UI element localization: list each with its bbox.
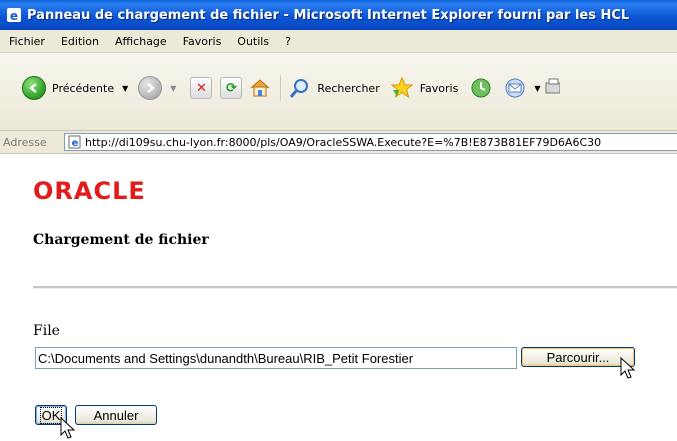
stop-button[interactable]: ✕: [190, 77, 213, 99]
favorites-star-icon[interactable]: [390, 76, 414, 100]
menu-favoris[interactable]: Favoris: [175, 35, 230, 48]
svg-text:e: e: [72, 138, 79, 149]
search-label[interactable]: Rechercher: [317, 82, 379, 95]
divider: [33, 286, 677, 289]
address-label: Adresse: [3, 135, 47, 149]
back-dropdown-icon[interactable]: ▼: [122, 84, 128, 93]
favorites-label[interactable]: Favoris: [420, 82, 459, 95]
forward-arrow-icon: [147, 83, 156, 93]
file-label: File: [33, 323, 60, 339]
window-title: Panneau de chargement de fichier - Micro…: [27, 7, 630, 23]
address-url: http://di109su.chu-lyon.fr:8000/pls/OA9/…: [85, 135, 602, 149]
svg-text:e: e: [10, 9, 18, 23]
menu-outils[interactable]: Outils: [229, 35, 277, 48]
internet-explorer-icon: e: [7, 8, 21, 23]
file-path-input[interactable]: C:\Documents and Settings\dunandth\Burea…: [35, 347, 517, 369]
mail-dropdown-icon[interactable]: ▼: [534, 84, 540, 93]
back-button[interactable]: [22, 76, 46, 100]
mail-icon[interactable]: [504, 77, 526, 99]
file-path-value: C:\Documents and Settings\dunandth\Burea…: [38, 350, 414, 366]
menu-help[interactable]: ?: [277, 35, 299, 48]
forward-dropdown-icon[interactable]: ▼: [170, 84, 176, 93]
window-titlebar[interactable]: e Panneau de chargement de fichier - Mic…: [0, 0, 677, 30]
mouse-cursor-icon: [60, 417, 76, 439]
toolbar-separator: [280, 75, 282, 101]
page-icon: e: [68, 135, 81, 149]
address-input[interactable]: e http://di109su.chu-lyon.fr:8000/pls/OA…: [64, 133, 677, 151]
page-content: ORACLE Chargement de fichier File C:\Doc…: [0, 154, 677, 441]
back-label[interactable]: Précédente: [52, 82, 114, 95]
page-title: Chargement de fichier: [33, 232, 209, 248]
menu-edition[interactable]: Edition: [53, 35, 107, 48]
ok-label: OK: [39, 406, 63, 424]
refresh-button[interactable]: ⟳: [220, 77, 243, 99]
history-icon[interactable]: [470, 77, 492, 99]
menu-fichier[interactable]: Fichier: [0, 35, 53, 48]
toolbar: Précédente ▼ ▼ ✕ ⟳ Rechercher Favoris ▼: [0, 53, 677, 131]
menu-affichage[interactable]: Affichage: [107, 35, 175, 48]
home-icon[interactable]: [248, 76, 272, 100]
browse-button[interactable]: Parcourir...: [521, 347, 635, 367]
cancel-button[interactable]: Annuler: [75, 405, 157, 425]
menu-bar: Fichier Edition Affichage Favoris Outils…: [0, 30, 677, 53]
forward-button[interactable]: [138, 76, 163, 100]
print-icon[interactable]: [544, 77, 561, 99]
back-arrow-icon: [29, 83, 37, 93]
search-icon[interactable]: [289, 77, 311, 99]
oracle-logo: ORACLE: [33, 177, 146, 205]
mouse-cursor-icon: [620, 357, 636, 379]
address-bar: Adresse e http://di109su.chu-lyon.fr:800…: [0, 131, 677, 154]
